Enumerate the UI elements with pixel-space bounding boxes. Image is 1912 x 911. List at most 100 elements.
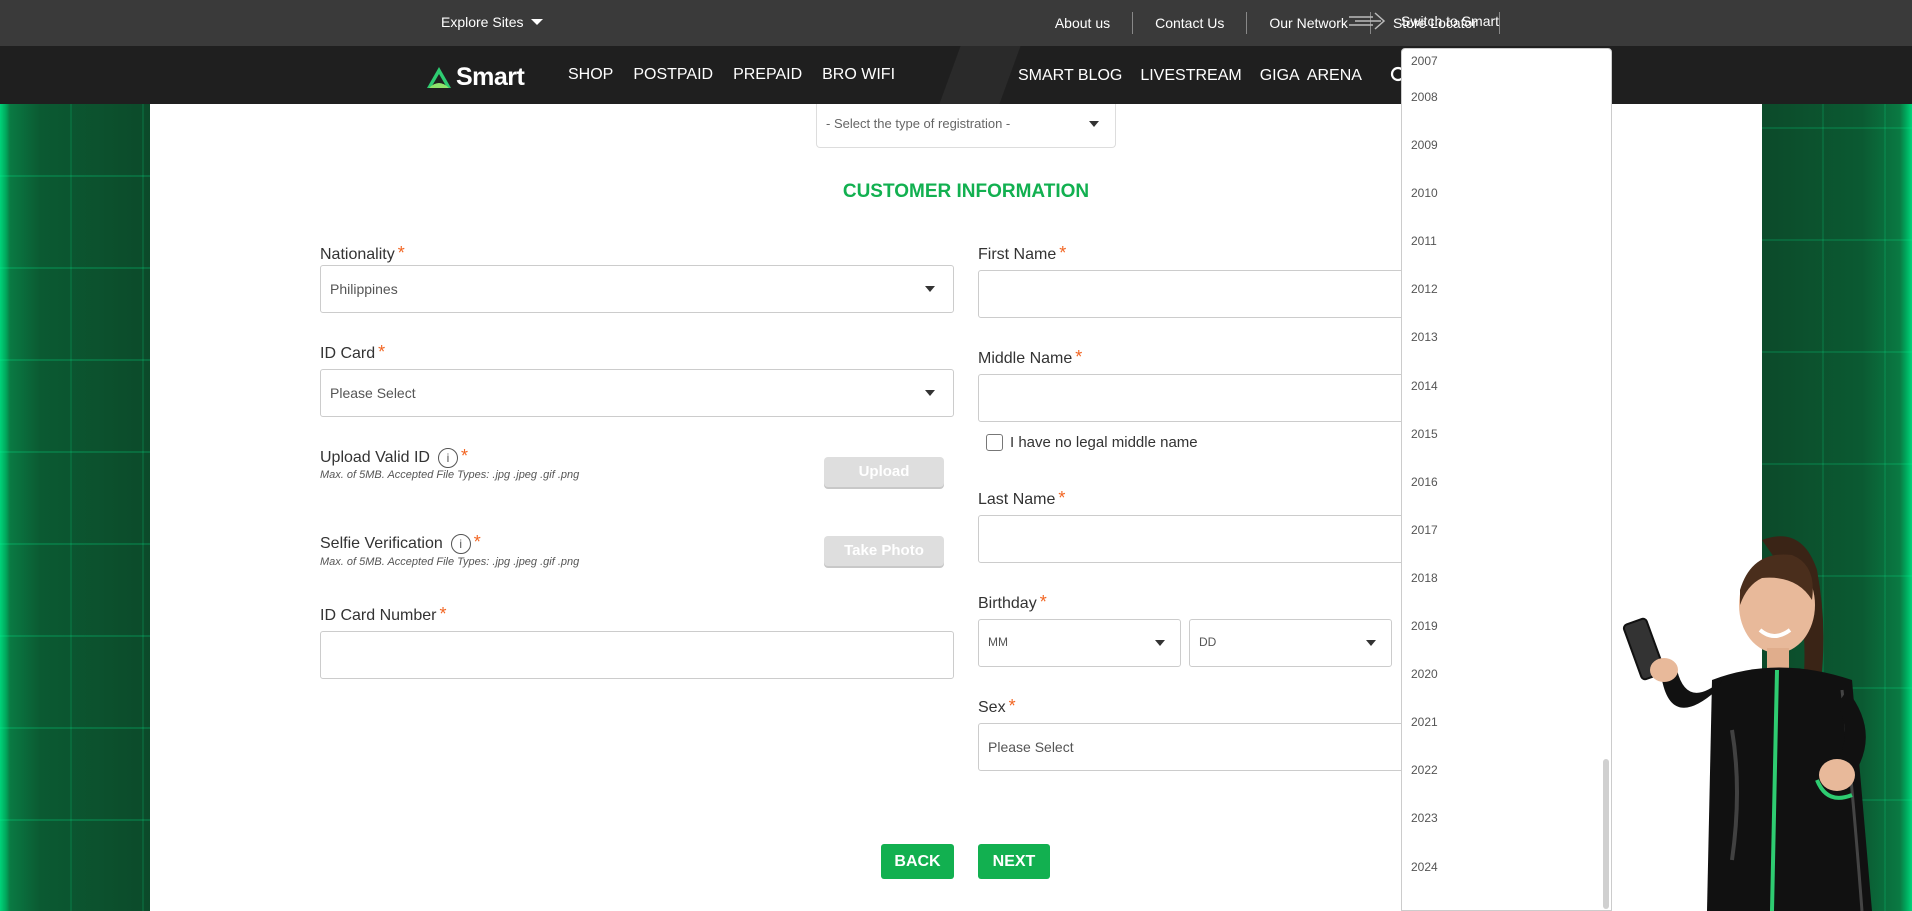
required-mark: * (397, 243, 405, 263)
info-icon[interactable]: i (450, 533, 471, 554)
registration-type-select[interactable]: - Select the type of registration - (816, 104, 1116, 148)
chevron-down-icon (1155, 640, 1165, 646)
required-mark: * (460, 446, 468, 466)
upload-valid-id-label-text: Upload Valid ID (320, 449, 430, 466)
id-card-value: Please Select (330, 385, 416, 401)
year-option[interactable]: 2011 (1402, 217, 1611, 265)
nav-item-bro-wifi[interactable]: BRO WIFI (822, 66, 895, 84)
section-title: CUSTOMER INFORMATION (842, 181, 1090, 202)
required-mark: * (1008, 696, 1016, 716)
id-card-label-text: ID Card (320, 345, 376, 362)
nav-item-shop[interactable]: SHOP (568, 66, 613, 84)
nav-right-menu: SMART BLOG LIVESTREAM GIGA ARENA (1018, 66, 1410, 86)
birthday-label-text: Birthday (978, 595, 1037, 612)
first-name-input[interactable] (978, 270, 1418, 318)
sex-label: Sex * (978, 696, 1016, 717)
upload-valid-id-label: Upload Valid ID i * (320, 446, 468, 468)
promo-person-image (1622, 536, 1872, 911)
upload-valid-id-hint: Max. of 5MB. Accepted File Types: .jpg .… (320, 469, 580, 481)
smart-logo-icon (427, 66, 451, 88)
year-option[interactable]: 2023 (1402, 794, 1611, 842)
explore-sites-label: Explore Sites (441, 14, 524, 30)
id-card-number-label: ID Card Number * (320, 604, 447, 625)
middle-name-label: Middle Name * (978, 347, 1082, 368)
year-option[interactable]: 2017 (1402, 506, 1611, 554)
switch-to-smart-link[interactable]: Switch to Smart (1347, 10, 1499, 32)
sex-select[interactable]: Please Select (978, 723, 1418, 771)
year-option[interactable]: 2013 (1402, 313, 1611, 361)
first-name-label-text: First Name (978, 246, 1057, 263)
switch-to-smart-label: Switch to Smart (1401, 13, 1500, 29)
selfie-verification-label: Selfie Verification i * (320, 532, 481, 554)
no-middle-name-checkbox[interactable] (986, 434, 1003, 451)
smart-logo[interactable]: Smart (426, 63, 525, 92)
year-option[interactable]: 2014 (1402, 362, 1611, 410)
required-mark: * (1075, 347, 1083, 367)
nav-item-smart-blog[interactable]: SMART BLOG (1018, 67, 1122, 85)
required-mark: * (1059, 243, 1067, 263)
sex-label-text: Sex (978, 699, 1006, 716)
info-icon[interactable]: i (437, 447, 458, 468)
year-option[interactable]: 2019 (1402, 602, 1611, 650)
last-name-label: Last Name * (978, 488, 1065, 509)
year-option[interactable]: 2007 (1402, 49, 1611, 73)
id-card-label: ID Card * (320, 342, 385, 363)
last-name-label-text: Last Name (978, 491, 1056, 508)
main-navigation: Smart SHOP POSTPAID PREPAID BRO WIFI SMA… (0, 46, 1912, 104)
year-option[interactable]: 2010 (1402, 169, 1611, 217)
nav-item-postpaid[interactable]: POSTPAID (633, 66, 713, 84)
year-option[interactable]: 2018 (1402, 554, 1611, 602)
back-button[interactable]: BACK (881, 844, 954, 879)
upload-button[interactable]: Upload (824, 457, 944, 487)
caret-down-icon (531, 19, 544, 25)
take-photo-button[interactable]: Take Photo (824, 536, 944, 566)
next-button[interactable]: NEXT (978, 844, 1050, 879)
selfie-label-text: Selfie Verification (320, 535, 443, 552)
smart-logo-text: Smart (456, 63, 525, 91)
year-option[interactable]: 2016 (1402, 458, 1611, 506)
explore-sites-dropdown[interactable]: Explore Sites (441, 14, 544, 30)
background-left-decoration (0, 104, 150, 911)
birthday-label: Birthday * (978, 592, 1047, 613)
no-middle-name-label[interactable]: I have no legal middle name (1010, 434, 1198, 451)
year-option[interactable]: 2022 (1402, 746, 1611, 794)
required-mark: * (1058, 488, 1066, 508)
nationality-select[interactable]: Philippines (320, 265, 954, 313)
nav-item-livestream[interactable]: LIVESTREAM (1140, 67, 1241, 85)
middle-name-input[interactable] (978, 374, 1418, 422)
chevron-down-icon (925, 286, 935, 292)
birthday-day-select[interactable]: DD (1189, 619, 1392, 667)
first-name-label: First Name * (978, 243, 1066, 264)
switch-arrow-icon (1349, 12, 1386, 30)
birthday-month-value: MM (988, 635, 1008, 649)
nav-left-menu: SHOP POSTPAID PREPAID BRO WIFI (568, 66, 895, 84)
birthday-month-select[interactable]: MM (978, 619, 1181, 667)
middle-name-label-text: Middle Name (978, 350, 1073, 367)
nav-item-giga-arena[interactable]: GIGA ARENA (1260, 67, 1362, 85)
year-option[interactable]: 2008 (1402, 73, 1611, 121)
top-utility-bar: Explore Sites About us Contact Us Our Ne… (0, 0, 1912, 46)
link-about-us[interactable]: About us (1033, 12, 1134, 34)
chevron-down-icon (925, 390, 935, 396)
birth-year-dropdown-list[interactable]: 2007 2008 2009 2010 2011 2012 2013 2014 … (1401, 48, 1612, 911)
birthday-day-value: DD (1199, 635, 1217, 649)
id-card-number-input[interactable] (320, 631, 954, 679)
required-mark: * (473, 532, 481, 552)
id-card-select[interactable]: Please Select (320, 369, 954, 417)
year-option[interactable]: 2015 (1402, 410, 1611, 458)
required-mark: * (378, 342, 386, 362)
nav-item-prepaid[interactable]: PREPAID (733, 66, 802, 84)
year-option[interactable]: 2012 (1402, 265, 1611, 313)
required-mark: * (1039, 592, 1047, 612)
chevron-down-icon (1366, 640, 1376, 646)
nationality-value: Philippines (330, 281, 398, 297)
year-option[interactable]: 2024 (1402, 843, 1611, 891)
dropdown-scrollbar[interactable] (1603, 759, 1609, 909)
year-option[interactable]: 2020 (1402, 650, 1611, 698)
selfie-hint: Max. of 5MB. Accepted File Types: .jpg .… (320, 556, 580, 568)
year-option[interactable]: 2021 (1402, 698, 1611, 746)
last-name-input[interactable] (978, 515, 1418, 563)
year-option[interactable]: 2009 (1402, 121, 1611, 169)
sex-value: Please Select (988, 739, 1074, 755)
link-contact-us[interactable]: Contact Us (1133, 12, 1248, 34)
